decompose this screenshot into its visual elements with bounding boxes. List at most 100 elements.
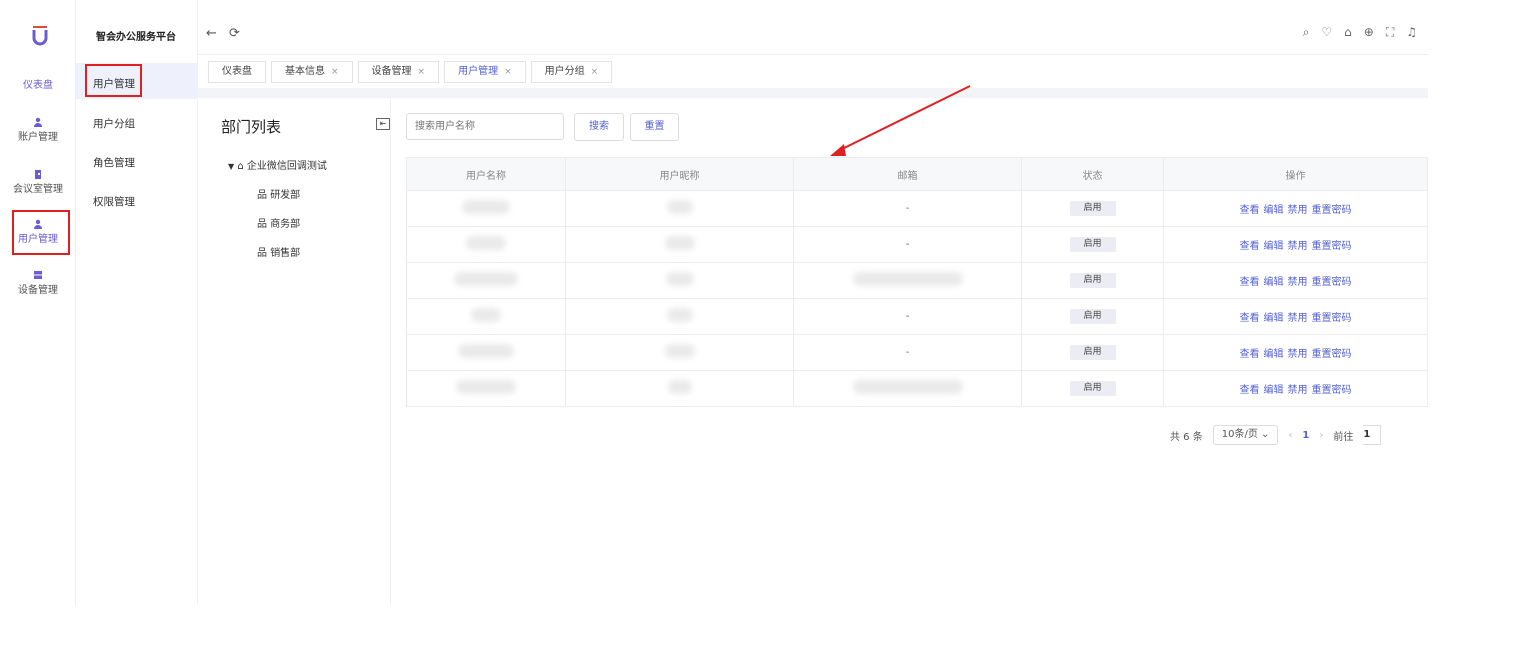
- app-title: 智会办公服务平台: [96, 32, 176, 43]
- page-number[interactable]: 1: [1302, 430, 1309, 441]
- close-icon[interactable]: ×: [591, 62, 599, 82]
- globe-icon[interactable]: ⊕: [1364, 25, 1374, 40]
- edit-button[interactable]: 编辑: [1264, 205, 1284, 216]
- view-button[interactable]: 查看: [1240, 349, 1260, 360]
- rail-item-dashboard[interactable]: 仪表盘: [0, 76, 76, 91]
- cell-nickname: [565, 262, 794, 299]
- cell-nickname: [565, 370, 794, 407]
- cell-nickname: [565, 226, 794, 263]
- close-icon[interactable]: ×: [504, 62, 512, 82]
- page-size-select[interactable]: 10条/页 ⌄: [1212, 425, 1279, 445]
- cell-status: 启用: [1021, 370, 1164, 407]
- disable-button[interactable]: 禁用: [1288, 349, 1308, 360]
- disable-button[interactable]: 禁用: [1288, 241, 1308, 252]
- sub-item-role-management[interactable]: 角色管理: [93, 155, 135, 170]
- reset-password-button[interactable]: 重置密码: [1312, 385, 1352, 396]
- cell-email: -: [793, 190, 1022, 227]
- cell-status: 启用: [1021, 190, 1164, 227]
- disable-button[interactable]: 禁用: [1288, 313, 1308, 324]
- goto-input[interactable]: 1: [1363, 425, 1382, 445]
- highlight-box: [12, 210, 70, 255]
- sub-item-permission-management[interactable]: 权限管理: [93, 194, 135, 209]
- reset-password-button[interactable]: 重置密码: [1312, 205, 1352, 216]
- search-input[interactable]: [406, 113, 564, 140]
- redacted-text: [454, 272, 518, 286]
- table-row: - 启用 查看 编辑 禁用 重置密码: [406, 190, 1428, 227]
- email-value: -: [905, 311, 910, 322]
- tab-device-management[interactable]: 设备管理 ×: [357, 61, 440, 83]
- department-panel: [205, 98, 391, 605]
- status-badge: 启用: [1069, 273, 1116, 288]
- next-page-icon[interactable]: ›: [1319, 430, 1323, 441]
- close-icon[interactable]: ×: [331, 62, 339, 82]
- fullscreen-icon[interactable]: ⛶: [1386, 25, 1394, 40]
- tab-user-management[interactable]: 用户管理 ×: [444, 61, 526, 83]
- reset-password-button[interactable]: 重置密码: [1312, 277, 1352, 288]
- tab-user-group[interactable]: 用户分组 ×: [530, 61, 613, 83]
- cell-email: [793, 262, 1022, 299]
- cell-username: [406, 226, 566, 263]
- page-size-value: 10条/页: [1221, 429, 1258, 440]
- reset-button[interactable]: 重置: [630, 113, 679, 141]
- view-button[interactable]: 查看: [1240, 385, 1260, 396]
- cell-username: [406, 298, 566, 335]
- close-icon[interactable]: ×: [418, 62, 426, 82]
- search-icon[interactable]: ⌕: [1303, 25, 1310, 40]
- reset-password-button[interactable]: 重置密码: [1312, 349, 1352, 360]
- rail-item-account[interactable]: 账户管理: [0, 117, 76, 143]
- disable-button[interactable]: 禁用: [1288, 385, 1308, 396]
- rail-item-meeting-room[interactable]: 会议室管理: [0, 169, 76, 195]
- view-button[interactable]: 查看: [1240, 241, 1260, 252]
- table-row: - 启用 查看 编辑 禁用 重置密码: [406, 226, 1428, 263]
- edit-button[interactable]: 编辑: [1264, 241, 1284, 252]
- column-header: 用户昵称: [565, 157, 794, 191]
- tree-node-child[interactable]: 品 研发部: [257, 186, 300, 201]
- lock-icon[interactable]: ⌂: [1344, 25, 1352, 40]
- cell-nickname: [565, 334, 794, 371]
- edit-button[interactable]: 编辑: [1264, 277, 1284, 288]
- tab-label: 用户管理: [458, 66, 499, 77]
- table-row: 启用 查看 编辑 禁用 重置密码: [406, 370, 1428, 407]
- tab-bar: 仪表盘 基本信息 × 设备管理 × 用户管理 × 用户分组 ×: [208, 61, 613, 83]
- caret-down-icon[interactable]: ▼: [228, 162, 234, 171]
- reset-password-button[interactable]: 重置密码: [1312, 313, 1352, 324]
- collapse-panel-icon[interactable]: ⇤: [376, 118, 390, 130]
- edit-button[interactable]: 编辑: [1264, 349, 1284, 360]
- redacted-text: [471, 308, 501, 322]
- tree-node-child[interactable]: 品 商务部: [257, 215, 300, 230]
- cell-status: 启用: [1021, 262, 1164, 299]
- back-arrow-icon[interactable]: ←: [206, 26, 217, 41]
- redacted-text: [466, 236, 506, 250]
- refresh-icon[interactable]: ⟳: [229, 26, 240, 41]
- tree-node-root[interactable]: ▼ ⌂ 企业微信回调测试: [228, 157, 327, 172]
- redacted-text: [666, 308, 693, 322]
- table-row: 启用 查看 编辑 禁用 重置密码: [406, 262, 1428, 299]
- cell-actions: 查看 编辑 禁用 重置密码: [1163, 262, 1428, 299]
- disable-button[interactable]: 禁用: [1288, 277, 1308, 288]
- annotation-arrow: [830, 85, 971, 156]
- email-value: -: [905, 347, 910, 358]
- cell-nickname: [565, 298, 794, 335]
- sub-item-user-group[interactable]: 用户分组: [93, 116, 135, 131]
- tab-basic-info[interactable]: 基本信息 ×: [271, 61, 353, 83]
- tab-dashboard[interactable]: 仪表盘: [208, 61, 266, 83]
- tree-node-child[interactable]: 品 销售部: [257, 244, 300, 259]
- view-button[interactable]: 查看: [1240, 277, 1260, 288]
- column-header: 操作: [1163, 157, 1428, 191]
- rail-item-label: 设备管理: [18, 285, 58, 296]
- rail-item-device[interactable]: 设备管理: [0, 270, 76, 296]
- search-button[interactable]: 搜索: [574, 113, 624, 141]
- redacted-text: [456, 380, 516, 394]
- prev-page-icon[interactable]: ‹: [1288, 430, 1292, 441]
- bell-icon[interactable]: ♫: [1406, 25, 1417, 40]
- cell-actions: 查看 编辑 禁用 重置密码: [1163, 370, 1428, 407]
- view-button[interactable]: 查看: [1240, 313, 1260, 324]
- edit-button[interactable]: 编辑: [1264, 385, 1284, 396]
- disable-button[interactable]: 禁用: [1288, 205, 1308, 216]
- view-button[interactable]: 查看: [1240, 205, 1260, 216]
- skin-icon[interactable]: ♡: [1321, 25, 1332, 40]
- edit-button[interactable]: 编辑: [1264, 313, 1284, 324]
- column-header: 状态: [1021, 157, 1164, 191]
- redacted-text: [664, 344, 695, 358]
- reset-password-button[interactable]: 重置密码: [1312, 241, 1352, 252]
